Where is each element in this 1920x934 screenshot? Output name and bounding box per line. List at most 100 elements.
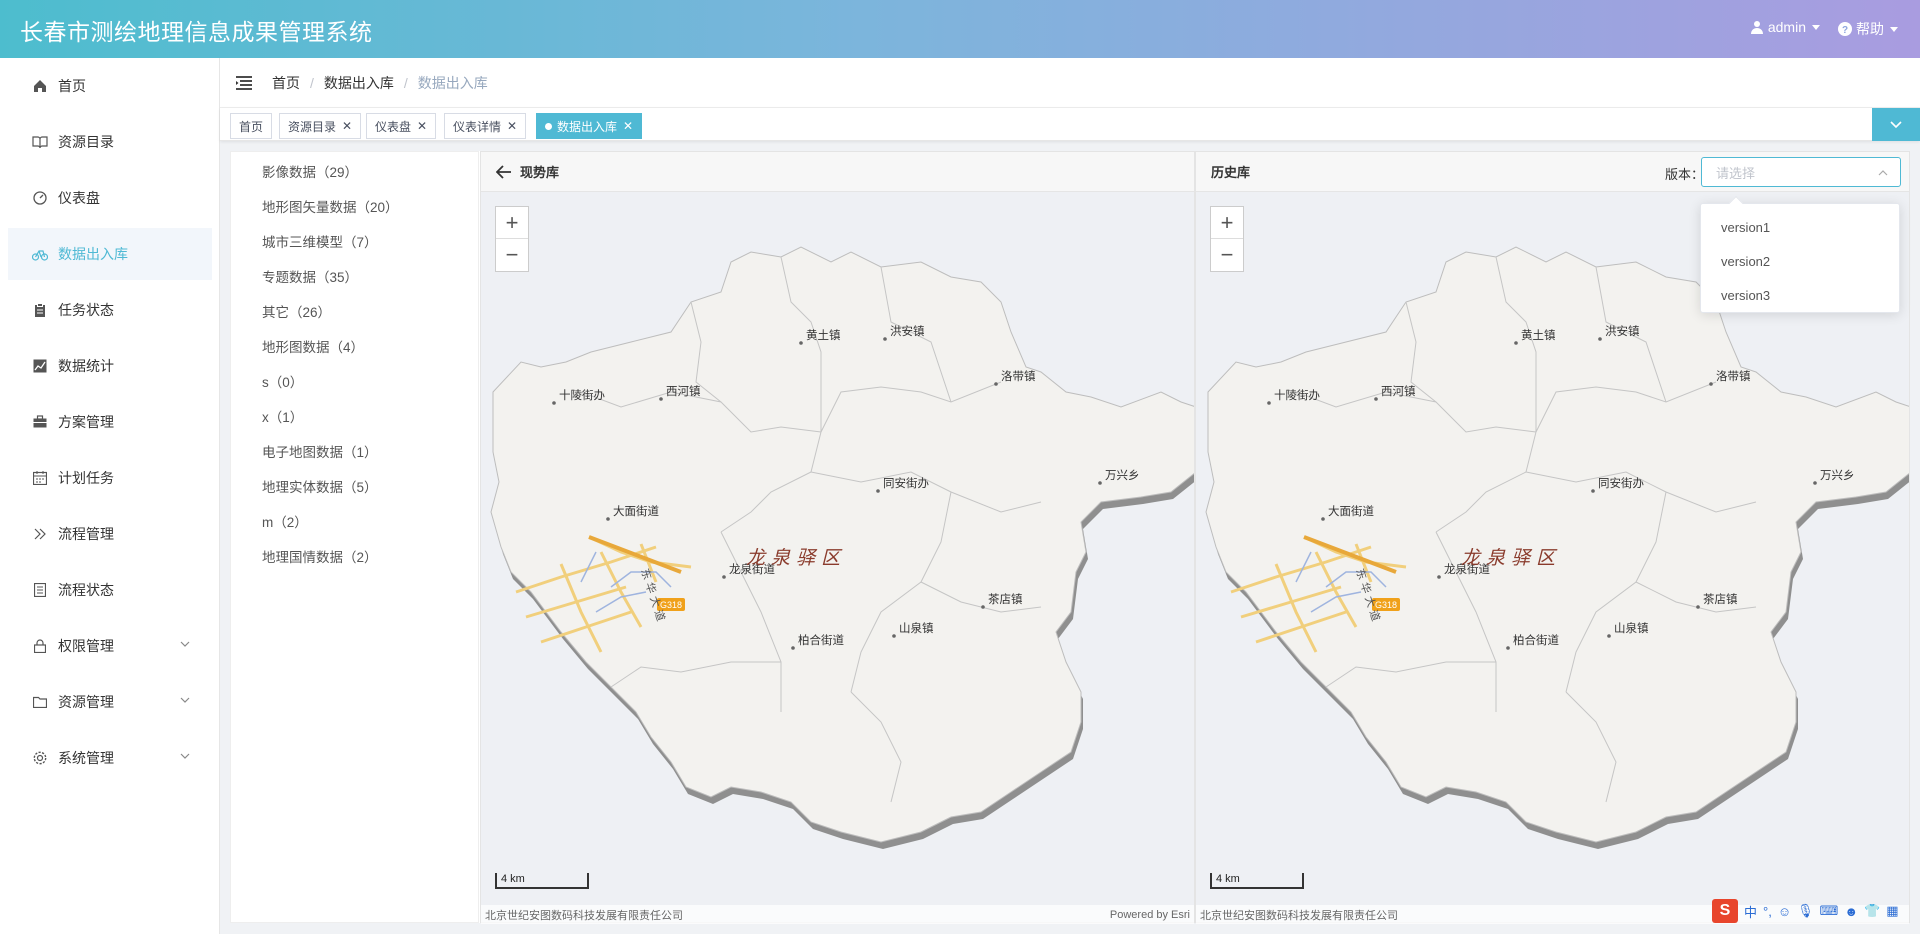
current-map[interactable]: G318 东 华 大 道黄土镇 洪安镇 十陵街办 西河镇 洛带镇 万兴乡 同安街办 大面街道 龙泉… xyxy=(481,192,1194,905)
sidebar-item-home[interactable]: 首页 xyxy=(8,60,212,112)
close-icon[interactable]: ✕ xyxy=(623,119,633,133)
place-label: 黄土镇 xyxy=(806,328,841,342)
sidebar-item-process-status[interactable]: 流程状态 xyxy=(8,564,212,616)
current-db-panel: 现势库 G318 东 华 大 道黄土镇 洪安镇 十陵街办 西河镇 洛带镇 万兴乡 同安街办 大面… xyxy=(480,151,1195,924)
emoji-icon[interactable]: ☺ xyxy=(1778,904,1791,919)
sidebar-item-plan-mgmt[interactable]: 方案管理 xyxy=(8,396,212,448)
tag-resource-catalog[interactable]: 资源目录 ✕ xyxy=(279,113,362,139)
keyboard-icon[interactable]: ⌨ xyxy=(1820,903,1839,919)
tags-expand-button[interactable] xyxy=(1872,108,1920,141)
sidebar-item-system-mgmt[interactable]: 系统管理 xyxy=(8,732,212,784)
category-tree: 影像数据（29） 地形图矢量数据（20） 城市三维模型（7） 专题数据（35） … xyxy=(230,151,479,923)
tree-item[interactable]: 电子地图数据（1） xyxy=(262,441,378,461)
version-select-placeholder: 请选择 xyxy=(1716,165,1756,181)
sidebar-item-label: 计划任务 xyxy=(58,470,114,486)
tag-dashboard[interactable]: 仪表盘 ✕ xyxy=(366,113,437,139)
tree-item[interactable]: x（1） xyxy=(262,406,303,426)
tree-item[interactable]: 其它（26） xyxy=(262,301,331,321)
tag-data-io[interactable]: 数据出入库 ✕ xyxy=(536,113,643,139)
chevron-down-icon xyxy=(180,753,190,759)
place-label: 洛带镇 xyxy=(1716,369,1751,383)
sidebar-item-label: 流程管理 xyxy=(58,526,114,542)
district-map[interactable]: G318东 华 大 道黄土镇 洪安镇十陵街办 西河镇洛带镇万兴乡同安街办大面街道龙泉… xyxy=(481,192,1194,905)
sidebar-item-label: 仪表盘 xyxy=(58,190,100,206)
zoom-control: + − xyxy=(495,206,529,272)
place-marker xyxy=(1598,337,1602,341)
zoom-in-button[interactable]: + xyxy=(1211,207,1243,239)
version-select[interactable]: 请选择 xyxy=(1701,157,1901,187)
powered-by[interactable]: Powered by Esri xyxy=(1110,909,1190,921)
help-menu[interactable]: ? 帮助 xyxy=(1838,19,1898,39)
tag-label: 首页 xyxy=(239,119,264,134)
calendar-icon xyxy=(32,470,48,486)
map-attribution: 北京世纪安图数码科技发展有限责任公司 Powered by Esri xyxy=(481,905,1194,924)
tree-item[interactable]: 地形图矢量数据（20） xyxy=(262,196,399,216)
skin-icon[interactable]: 👕 xyxy=(1864,903,1880,919)
close-icon[interactable]: ✕ xyxy=(417,119,427,133)
tree-item[interactable]: s（0） xyxy=(262,371,303,391)
clipboard-icon xyxy=(32,302,48,318)
tree-item[interactable]: 城市三维模型（7） xyxy=(262,231,378,251)
user-menu[interactable]: admin xyxy=(1750,19,1820,35)
tag-home[interactable]: 首页 xyxy=(230,113,273,139)
sidebar-item-task-status[interactable]: 任务状态 xyxy=(8,284,212,336)
breadcrumb-parent[interactable]: 数据出入库 xyxy=(324,73,394,93)
tree-item[interactable]: m（2） xyxy=(262,511,308,531)
version-option[interactable]: version3 xyxy=(1701,278,1899,312)
sogou-logo[interactable]: S xyxy=(1712,899,1738,923)
sidebar: 首页 资源目录 仪表盘 数据出入库 任务状态 数据统计 方案管理 计划任务 流程… xyxy=(0,58,220,934)
version-option[interactable]: version1 xyxy=(1701,210,1899,244)
place-marker xyxy=(1813,481,1817,485)
hamburger-icon[interactable] xyxy=(236,75,252,90)
tree-item[interactable]: 地理国情数据（2） xyxy=(262,546,378,566)
sidebar-item-dashboard[interactable]: 仪表盘 xyxy=(8,172,212,224)
microphone-icon[interactable]: 🎙 xyxy=(1797,903,1814,919)
user-avatar-icon[interactable]: ☻ xyxy=(1844,904,1858,919)
close-icon[interactable]: ✕ xyxy=(507,119,517,133)
place-label: 黄土镇 xyxy=(1521,328,1556,342)
version-option[interactable]: version2 xyxy=(1701,244,1899,278)
zoom-out-button[interactable]: − xyxy=(1211,239,1243,271)
tag-label: 仪表盘 xyxy=(375,119,412,134)
zoom-in-button[interactable]: + xyxy=(496,207,528,239)
sidebar-item-data-stats[interactable]: 数据统计 xyxy=(8,340,212,392)
ime-mode[interactable]: 中 xyxy=(1744,902,1757,921)
sidebar-item-resource-catalog[interactable]: 资源目录 xyxy=(8,116,212,168)
place-label: 同安街办 xyxy=(883,476,929,490)
sidebar-item-label: 首页 xyxy=(58,78,86,94)
tag-label: 仪表详情 xyxy=(453,119,502,134)
place-label: 柏合街道 xyxy=(798,633,844,647)
tree-item[interactable]: 专题数据（35） xyxy=(262,266,358,286)
close-icon[interactable]: ✕ xyxy=(342,119,352,133)
place-marker xyxy=(1709,382,1713,386)
caret-down-icon xyxy=(1890,26,1898,32)
place-marker xyxy=(606,517,610,521)
sidebar-item-resource-mgmt[interactable]: 资源管理 xyxy=(8,676,212,728)
sidebar-item-process-mgmt[interactable]: 流程管理 xyxy=(8,508,212,560)
grid-icon[interactable]: ▦ xyxy=(1886,903,1898,919)
place-marker xyxy=(876,489,880,493)
zoom-out-button[interactable]: − xyxy=(496,239,528,271)
chart-icon xyxy=(32,358,48,374)
punctuation-icon[interactable]: °, xyxy=(1763,904,1772,919)
sidebar-item-permission[interactable]: 权限管理 xyxy=(8,620,212,672)
tree-item[interactable]: 影像数据（29） xyxy=(262,161,358,181)
sidebar-item-scheduled-task[interactable]: 计划任务 xyxy=(8,452,212,504)
place-marker xyxy=(1514,341,1518,345)
svg-text:?: ? xyxy=(1842,25,1848,36)
bicycle-icon xyxy=(32,246,48,262)
sidebar-item-data-io[interactable]: 数据出入库 xyxy=(8,228,212,280)
place-marker xyxy=(1506,646,1510,650)
tag-dashboard-detail[interactable]: 仪表详情 ✕ xyxy=(444,113,527,139)
tree-item[interactable]: 地理实体数据（5） xyxy=(262,476,378,496)
breadcrumb-home[interactable]: 首页 xyxy=(272,73,300,93)
lock-icon xyxy=(32,638,48,654)
place-marker xyxy=(659,397,663,401)
tag-label: 资源目录 xyxy=(288,119,337,134)
zoom-control: + − xyxy=(1210,206,1244,272)
briefcase-icon xyxy=(32,414,48,430)
arrow-left-icon[interactable] xyxy=(496,164,512,179)
sidebar-item-label: 数据出入库 xyxy=(58,246,128,262)
tree-item[interactable]: 地形图数据（4） xyxy=(262,336,364,356)
current-db-header: 现势库 xyxy=(481,152,1194,192)
